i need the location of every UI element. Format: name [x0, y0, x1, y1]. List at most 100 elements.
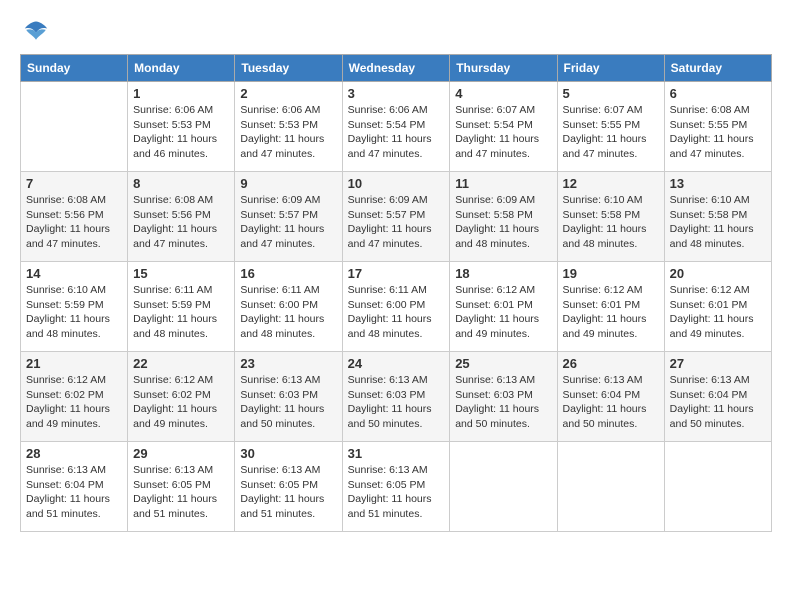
day-number: 27: [670, 356, 766, 371]
calendar-header-row: SundayMondayTuesdayWednesdayThursdayFrid…: [21, 55, 772, 82]
calendar-cell: 31Sunrise: 6:13 AM Sunset: 6:05 PM Dayli…: [342, 442, 450, 532]
day-number: 20: [670, 266, 766, 281]
calendar-cell: 5Sunrise: 6:07 AM Sunset: 5:55 PM Daylig…: [557, 82, 664, 172]
calendar-week-row: 21 Sunrise: 6:12 AM Sunset: 6:02 PM Dayli…: [21, 352, 772, 442]
day-number: 12: [563, 176, 659, 191]
column-header-monday: Monday: [128, 55, 235, 82]
calendar-table: SundayMondayTuesdayWednesdayThursdayFrid…: [20, 54, 772, 532]
calendar-cell: 19 Sunrise: 6:12 AM Sunset: 6:01 PM Dayli…: [557, 262, 664, 352]
calendar-cell: 15 Sunrise: 6:11 AM Sunset: 5:59 PM Dayli…: [128, 262, 235, 352]
calendar-week-row: 1Sunrise: 6:06 AM Sunset: 5:53 PM Daylig…: [21, 82, 772, 172]
day-info: Sunrise: 6:13 AM Sunset: 6:03 PM Dayligh…: [348, 373, 445, 432]
day-number: 4: [455, 86, 551, 101]
calendar-cell: 16 Sunrise: 6:11 AM Sunset: 6:00 PM Dayli…: [235, 262, 342, 352]
calendar-cell: 4 Sunrise: 6:07 AM Sunset: 5:54 PM Daylig…: [450, 82, 557, 172]
calendar-cell: 11 Sunrise: 6:09 AM Sunset: 5:58 PM Dayli…: [450, 172, 557, 262]
calendar-cell: 27 Sunrise: 6:13 AM Sunset: 6:04 PM Dayli…: [664, 352, 771, 442]
calendar-cell: 25Sunrise: 6:13 AM Sunset: 6:03 PM Dayli…: [450, 352, 557, 442]
calendar-cell: 24 Sunrise: 6:13 AM Sunset: 6:03 PM Dayli…: [342, 352, 450, 442]
calendar-cell: 2 Sunrise: 6:06 AM Sunset: 5:53 PM Daylig…: [235, 82, 342, 172]
day-number: 21: [26, 356, 122, 371]
day-info: Sunrise: 6:06 AM Sunset: 5:53 PM Dayligh…: [133, 103, 229, 162]
day-info: Sunrise: 6:12 AM Sunset: 6:02 PM Dayligh…: [26, 373, 122, 432]
day-number: 8: [133, 176, 229, 191]
day-info: Sunrise: 6:13 AM Sunset: 6:04 PM Dayligh…: [563, 373, 659, 432]
calendar-week-row: 28 Sunrise: 6:13 AM Sunset: 6:04 PM Dayli…: [21, 442, 772, 532]
day-info: Sunrise: 6:07 AM Sunset: 5:54 PM Dayligh…: [455, 103, 551, 162]
calendar-cell: [664, 442, 771, 532]
day-info: Sunrise: 6:08 AM Sunset: 5:56 PM Dayligh…: [26, 193, 122, 252]
calendar-cell: 8Sunrise: 6:08 AM Sunset: 5:56 PM Daylig…: [128, 172, 235, 262]
day-info: Sunrise: 6:13 AM Sunset: 6:04 PM Dayligh…: [670, 373, 766, 432]
day-number: 26: [563, 356, 659, 371]
day-info: Sunrise: 6:12 AM Sunset: 6:01 PM Dayligh…: [563, 283, 659, 342]
day-info: Sunrise: 6:10 AM Sunset: 5:58 PM Dayligh…: [563, 193, 659, 252]
day-info: Sunrise: 6:08 AM Sunset: 5:55 PM Dayligh…: [670, 103, 766, 162]
day-info: Sunrise: 6:13 AM Sunset: 6:03 PM Dayligh…: [455, 373, 551, 432]
calendar-cell: [21, 82, 128, 172]
column-header-wednesday: Wednesday: [342, 55, 450, 82]
day-number: 22: [133, 356, 229, 371]
day-info: Sunrise: 6:11 AM Sunset: 6:00 PM Dayligh…: [240, 283, 336, 342]
calendar-cell: 29 Sunrise: 6:13 AM Sunset: 6:05 PM Dayli…: [128, 442, 235, 532]
day-number: 3: [348, 86, 445, 101]
calendar-cell: 18Sunrise: 6:12 AM Sunset: 6:01 PM Dayli…: [450, 262, 557, 352]
day-number: 23: [240, 356, 336, 371]
day-number: 14: [26, 266, 122, 281]
day-info: Sunrise: 6:13 AM Sunset: 6:05 PM Dayligh…: [133, 463, 229, 522]
calendar-cell: 1Sunrise: 6:06 AM Sunset: 5:53 PM Daylig…: [128, 82, 235, 172]
day-number: 5: [563, 86, 659, 101]
calendar-cell: 9Sunrise: 6:09 AM Sunset: 5:57 PM Daylig…: [235, 172, 342, 262]
calendar-cell: 22 Sunrise: 6:12 AM Sunset: 6:02 PM Dayli…: [128, 352, 235, 442]
calendar-cell: 30 Sunrise: 6:13 AM Sunset: 6:05 PM Dayli…: [235, 442, 342, 532]
day-info: Sunrise: 6:06 AM Sunset: 5:54 PM Dayligh…: [348, 103, 445, 162]
day-info: Sunrise: 6:13 AM Sunset: 6:03 PM Dayligh…: [240, 373, 336, 432]
day-number: 29: [133, 446, 229, 461]
calendar-cell: 7Sunrise: 6:08 AM Sunset: 5:56 PM Daylig…: [21, 172, 128, 262]
day-info: Sunrise: 6:13 AM Sunset: 6:05 PM Dayligh…: [240, 463, 336, 522]
calendar-cell: 6 Sunrise: 6:08 AM Sunset: 5:55 PM Daylig…: [664, 82, 771, 172]
logo: [20, 20, 50, 44]
day-number: 16: [240, 266, 336, 281]
column-header-sunday: Sunday: [21, 55, 128, 82]
day-info: Sunrise: 6:06 AM Sunset: 5:53 PM Dayligh…: [240, 103, 336, 162]
calendar-week-row: 7Sunrise: 6:08 AM Sunset: 5:56 PM Daylig…: [21, 172, 772, 262]
day-number: 9: [240, 176, 336, 191]
calendar-cell: 21 Sunrise: 6:12 AM Sunset: 6:02 PM Dayli…: [21, 352, 128, 442]
day-number: 10: [348, 176, 445, 191]
day-info: Sunrise: 6:13 AM Sunset: 6:04 PM Dayligh…: [26, 463, 122, 522]
day-info: Sunrise: 6:11 AM Sunset: 5:59 PM Dayligh…: [133, 283, 229, 342]
calendar-cell: 26 Sunrise: 6:13 AM Sunset: 6:04 PM Dayli…: [557, 352, 664, 442]
calendar-cell: 28 Sunrise: 6:13 AM Sunset: 6:04 PM Dayli…: [21, 442, 128, 532]
column-header-thursday: Thursday: [450, 55, 557, 82]
calendar-cell: 17 Sunrise: 6:11 AM Sunset: 6:00 PM Dayli…: [342, 262, 450, 352]
column-header-friday: Friday: [557, 55, 664, 82]
day-info: Sunrise: 6:11 AM Sunset: 6:00 PM Dayligh…: [348, 283, 445, 342]
calendar-week-row: 14 Sunrise: 6:10 AM Sunset: 5:59 PM Dayli…: [21, 262, 772, 352]
day-number: 24: [348, 356, 445, 371]
day-number: 30: [240, 446, 336, 461]
day-info: Sunrise: 6:10 AM Sunset: 5:58 PM Dayligh…: [670, 193, 766, 252]
day-number: 2: [240, 86, 336, 101]
calendar-cell: [450, 442, 557, 532]
day-info: Sunrise: 6:10 AM Sunset: 5:59 PM Dayligh…: [26, 283, 122, 342]
day-number: 15: [133, 266, 229, 281]
day-number: 6: [670, 86, 766, 101]
day-number: 19: [563, 266, 659, 281]
day-number: 13: [670, 176, 766, 191]
calendar-cell: [557, 442, 664, 532]
column-header-saturday: Saturday: [664, 55, 771, 82]
day-info: Sunrise: 6:12 AM Sunset: 6:02 PM Dayligh…: [133, 373, 229, 432]
calendar-cell: 14 Sunrise: 6:10 AM Sunset: 5:59 PM Dayli…: [21, 262, 128, 352]
day-info: Sunrise: 6:09 AM Sunset: 5:58 PM Dayligh…: [455, 193, 551, 252]
day-number: 31: [348, 446, 445, 461]
day-number: 28: [26, 446, 122, 461]
calendar-cell: 13 Sunrise: 6:10 AM Sunset: 5:58 PM Dayli…: [664, 172, 771, 262]
calendar-cell: 10 Sunrise: 6:09 AM Sunset: 5:57 PM Dayli…: [342, 172, 450, 262]
day-number: 11: [455, 176, 551, 191]
day-info: Sunrise: 6:09 AM Sunset: 5:57 PM Dayligh…: [348, 193, 445, 252]
page-header: [20, 20, 772, 44]
day-number: 17: [348, 266, 445, 281]
calendar-cell: 20Sunrise: 6:12 AM Sunset: 6:01 PM Dayli…: [664, 262, 771, 352]
column-header-tuesday: Tuesday: [235, 55, 342, 82]
